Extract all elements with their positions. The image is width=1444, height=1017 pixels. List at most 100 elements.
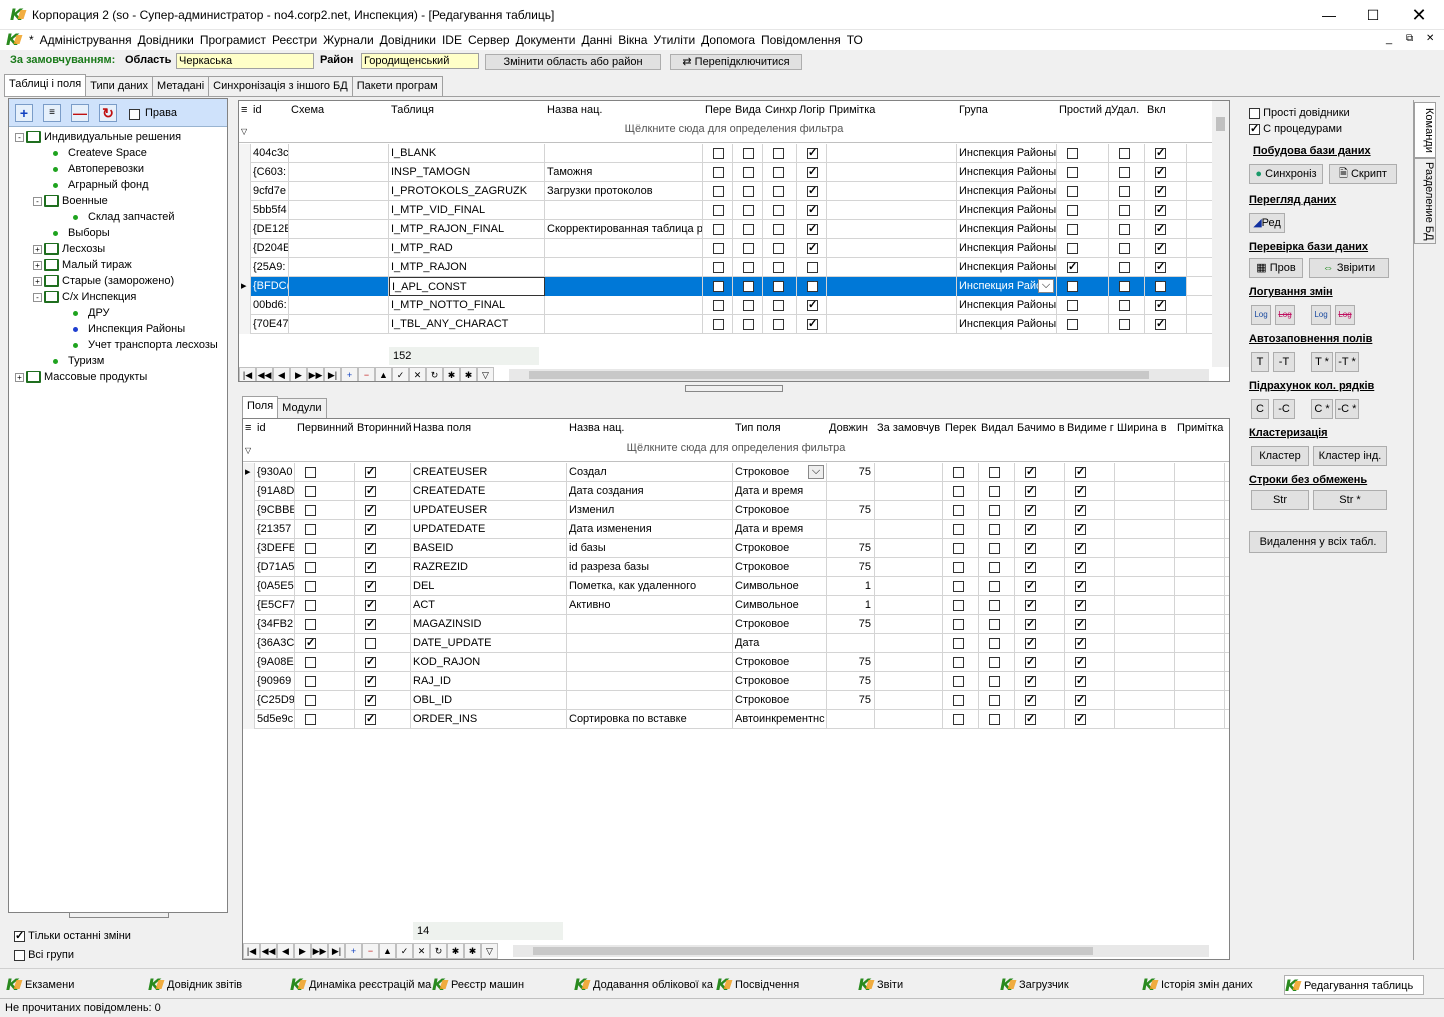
- grid-checkbox[interactable]: [953, 542, 964, 554]
- prev-icon[interactable]: ◀: [277, 943, 294, 959]
- grid-cell[interactable]: I_MTP_VID_FINAL: [389, 201, 545, 220]
- grid-cell[interactable]: [1109, 258, 1145, 277]
- sync-button[interactable]: ● Синхроніз: [1249, 164, 1323, 184]
- grid-cell[interactable]: [943, 539, 979, 558]
- grid-cell[interactable]: [875, 539, 943, 558]
- grid-checkbox[interactable]: [953, 599, 964, 611]
- grid-cell[interactable]: [545, 296, 703, 315]
- grid-checkbox[interactable]: [1067, 299, 1078, 311]
- grid-checkbox[interactable]: [713, 204, 724, 216]
- grid-checkbox[interactable]: [1025, 693, 1036, 707]
- grid-cell[interactable]: [1175, 482, 1225, 501]
- grid-cell[interactable]: Инспекция Районы: [957, 220, 1057, 239]
- grid-checkbox[interactable]: [1025, 484, 1036, 498]
- grid-checkbox[interactable]: [807, 298, 818, 312]
- grid-checkbox[interactable]: [773, 242, 784, 254]
- grid-checkbox[interactable]: [365, 655, 376, 669]
- grid-cell[interactable]: [1015, 539, 1065, 558]
- grid-cell[interactable]: Создал: [567, 463, 733, 482]
- tab-fields[interactable]: Поля: [242, 396, 279, 418]
- column-header[interactable]: Пере: [705, 104, 735, 116]
- expand-toggle-icon[interactable]: +: [33, 276, 42, 286]
- grid-cell[interactable]: [797, 220, 827, 239]
- grid-checkbox[interactable]: [1119, 242, 1130, 254]
- grid-cell[interactable]: [1065, 520, 1115, 539]
- menu-item[interactable]: Сервер: [465, 30, 513, 50]
- menu-item[interactable]: *: [26, 30, 37, 50]
- grid-cell[interactable]: [797, 163, 827, 182]
- grid-cell[interactable]: [1015, 520, 1065, 539]
- grid-cell[interactable]: {0A5E5: [255, 577, 295, 596]
- grid-cell[interactable]: ORDER_INS: [411, 710, 567, 729]
- grid-cell[interactable]: [733, 296, 763, 315]
- grid-cell[interactable]: RAZREZID: [411, 558, 567, 577]
- grid-cell[interactable]: [567, 672, 733, 691]
- grid-cell[interactable]: {91A8D: [255, 482, 295, 501]
- grid-cell[interactable]: CREATEDATE: [411, 482, 567, 501]
- grid-checkbox[interactable]: [807, 222, 818, 236]
- grid-cell[interactable]: Изменил: [567, 501, 733, 520]
- grid-cell[interactable]: [797, 277, 827, 296]
- grid-cell[interactable]: [295, 615, 355, 634]
- grid-cell[interactable]: Строковое: [733, 615, 827, 634]
- grid-cell[interactable]: [1015, 615, 1065, 634]
- grid-cell[interactable]: {D71A5: [255, 558, 295, 577]
- grid-cell[interactable]: [763, 182, 797, 201]
- grid-cell[interactable]: [1065, 691, 1115, 710]
- delete-icon[interactable]: −: [362, 943, 379, 959]
- header-menu-icon[interactable]: ≡: [241, 104, 247, 116]
- grid-cell[interactable]: [295, 634, 355, 653]
- grid-cell[interactable]: [875, 653, 943, 672]
- grid-cell[interactable]: [979, 710, 1015, 729]
- grid-cell[interactable]: [355, 672, 411, 691]
- rayon-field[interactable]: Городищенський: [361, 53, 479, 69]
- grid-checkbox[interactable]: [1119, 204, 1130, 216]
- autofill-minus-t-button[interactable]: -T: [1273, 352, 1295, 372]
- up-icon[interactable]: ▲: [375, 367, 392, 381]
- column-header[interactable]: Синхр: [765, 104, 799, 116]
- grid-checkbox[interactable]: [1025, 522, 1036, 536]
- grid-checkbox[interactable]: [305, 618, 316, 630]
- grid-checkbox[interactable]: [1075, 503, 1086, 517]
- grid-checkbox[interactable]: [305, 694, 316, 706]
- grid-checkbox[interactable]: [1067, 318, 1078, 330]
- grid-cell[interactable]: UPDATEDATE: [411, 520, 567, 539]
- table-row[interactable]: {0A5E5 DEL Пометка, как удаленного Символьн…: [243, 577, 1229, 596]
- grid-cell[interactable]: {C603:: [251, 163, 289, 182]
- grid-cell[interactable]: [1015, 558, 1065, 577]
- table-row[interactable]: 00bd6: I_MTP_NOTTO_FINAL Инспекция Районы: [239, 296, 1229, 315]
- tree-node[interactable]: + Массовые продукты: [15, 369, 147, 385]
- log-all-off-button[interactable]: Log: [1335, 305, 1355, 325]
- expand-toggle-icon[interactable]: +: [15, 372, 24, 382]
- grid-cell[interactable]: {930A0: [255, 463, 295, 482]
- grid-cell[interactable]: [355, 615, 411, 634]
- grid-cell[interactable]: [1057, 277, 1109, 296]
- column-header[interactable]: Простий д: [1059, 104, 1111, 116]
- menu-item[interactable]: ТО: [844, 30, 866, 50]
- grid-cell[interactable]: [1175, 558, 1225, 577]
- grid-checkbox[interactable]: [305, 580, 316, 592]
- grid-cell[interactable]: [827, 220, 957, 239]
- grid-cell[interactable]: [1015, 672, 1065, 691]
- grid-cell[interactable]: [733, 258, 763, 277]
- filter-icon[interactable]: ▽: [477, 367, 494, 381]
- grid-cell[interactable]: [733, 201, 763, 220]
- grid-checkbox[interactable]: [989, 580, 1000, 592]
- change-area-button[interactable]: Змінити область або район: [485, 54, 661, 70]
- grid-checkbox[interactable]: [1119, 223, 1130, 235]
- grid-cell[interactable]: [1175, 653, 1225, 672]
- grid-cell[interactable]: [545, 315, 703, 334]
- taskbar-item[interactable]: Додавання облікової ка: [574, 975, 714, 995]
- grid-cell[interactable]: [827, 315, 957, 334]
- grid-cell[interactable]: [797, 296, 827, 315]
- taskbar-item[interactable]: Реєстр машин: [432, 975, 572, 995]
- grid-cell[interactable]: [827, 482, 875, 501]
- grid-cell[interactable]: [289, 182, 389, 201]
- grid-checkbox[interactable]: [1119, 261, 1130, 273]
- grid-cell[interactable]: [1145, 144, 1187, 163]
- grid-cell[interactable]: MAGAZINSID: [411, 615, 567, 634]
- column-header[interactable]: Група: [959, 104, 1059, 116]
- grid-cell[interactable]: [943, 653, 979, 672]
- grid-cell[interactable]: Скорректированная таблица р: [545, 220, 703, 239]
- prev-page-icon[interactable]: ◀◀: [256, 367, 273, 381]
